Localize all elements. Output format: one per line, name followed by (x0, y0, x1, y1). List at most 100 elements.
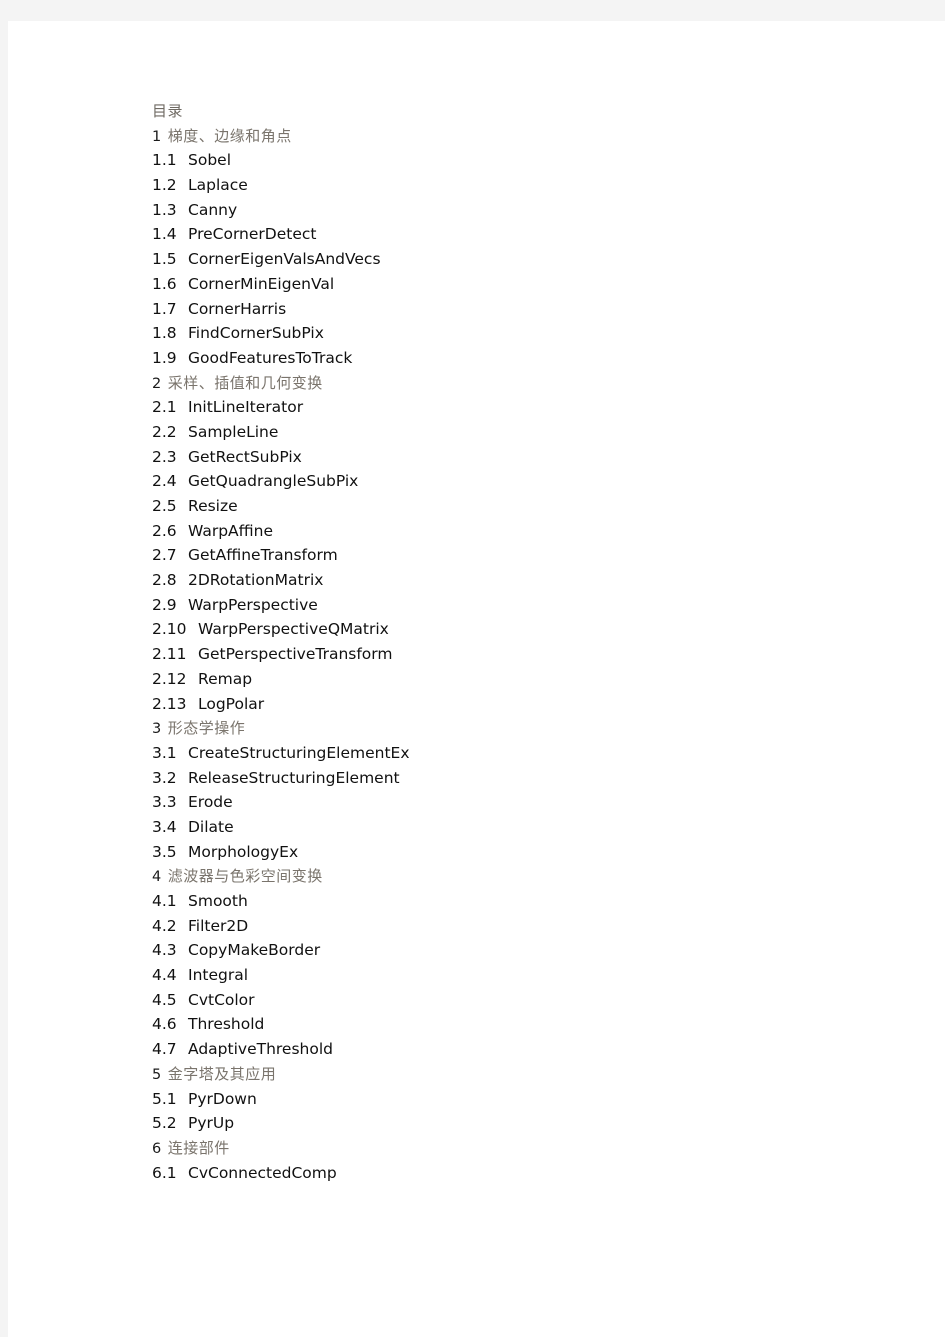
toc-item-title: 2DRotationMatrix (188, 571, 324, 590)
toc-entry-row[interactable]: 1.7 CornerHarris (152, 297, 852, 322)
toc-item-title: ReleaseStructuringElement (188, 768, 400, 787)
toc-entry-row[interactable]: 4.4 Integral (152, 963, 852, 988)
toc-item-title: 金字塔及其应用 (167, 1064, 277, 1083)
toc-item-number: 3.4 (152, 817, 177, 836)
toc-entry-row[interactable]: 2.11 GetPerspectiveTransform (152, 642, 852, 667)
toc-item-title: Filter2D (188, 916, 249, 935)
toc-entry-row[interactable]: 2.7 GetAffineTransform (152, 543, 852, 568)
toc-chapter-row[interactable]: 3 形态学操作 (152, 716, 852, 741)
toc-item-title: GetQuadrangleSubPix (188, 472, 359, 491)
toc-item-number: 2.4 (152, 472, 177, 491)
toc-entry-row[interactable]: 6.1 CvConnectedComp (152, 1161, 852, 1186)
toc-item-number: 2.13 (152, 694, 187, 713)
toc-item-number: 6 (152, 1140, 162, 1157)
toc-item-number: 3.1 (152, 743, 177, 762)
toc-entry-row[interactable]: 5.2 PyrUp (152, 1111, 852, 1136)
toc-item-number: 1.2 (152, 176, 177, 195)
toc-entry-row[interactable]: 4.5 CvtColor (152, 988, 852, 1013)
toc-entry-row[interactable]: 1.5 CornerEigenValsAndVecs (152, 247, 852, 272)
toc-entry-row[interactable]: 3.1 CreateStructuringElementEx (152, 741, 852, 766)
toc-entry-row[interactable]: 2.10 WarpPerspectiveQMatrix (152, 617, 852, 642)
toc-entry-row[interactable]: 2.4 GetQuadrangleSubPix (152, 469, 852, 494)
toc-item-number: 4.2 (152, 916, 177, 935)
toc-item-number: 2.9 (152, 595, 177, 614)
toc-item-title: Laplace (188, 176, 248, 195)
toc-item-title: PyrUp (188, 1114, 235, 1133)
toc-entry-row[interactable]: 4.6 Threshold (152, 1012, 852, 1037)
toc-item-title: 梯度、边缘和角点 (167, 126, 292, 145)
toc-item-number: 2.6 (152, 521, 177, 540)
toc-chapter-row[interactable]: 6 连接部件 (152, 1136, 852, 1161)
toc-entry-row[interactable]: 2.2 SampleLine (152, 420, 852, 445)
toc-entry-row[interactable]: 2.13 LogPolar (152, 692, 852, 717)
toc-item-title: Threshold (188, 1015, 265, 1034)
toc-item-title: 连接部件 (167, 1138, 230, 1157)
toc-entry-row[interactable]: 1.4 PreCornerDetect (152, 222, 852, 247)
toc-item-number: 4.3 (152, 941, 177, 960)
toc-item-number: 5 (152, 1066, 162, 1083)
toc-item-title: 滤波器与色彩空间变换 (167, 867, 323, 886)
toc-item-title: WarpAffine (188, 521, 273, 540)
document-page: 目录 1 梯度、边缘和角点 1.1 Sobel 1.2 Laplace 1.3 Canny 1.4… (8, 21, 945, 1337)
toc-item-number: 2.7 (152, 546, 177, 565)
toc-entry-row[interactable]: 2.8 2DRotationMatrix (152, 568, 852, 593)
toc-item-title: Erode (188, 793, 233, 812)
toc-item-title: AdaptiveThreshold (188, 1040, 333, 1059)
toc-entry-row[interactable]: 2.5 Resize (152, 494, 852, 519)
toc-item-title: MorphologyEx (188, 842, 299, 861)
toc-item-number: 1.9 (152, 348, 177, 367)
toc-item-title: CornerMinEigenVal (188, 274, 335, 293)
toc-item-title: SampleLine (188, 422, 279, 441)
toc-entry-row[interactable]: 4.7 AdaptiveThreshold (152, 1037, 852, 1062)
toc-item-title: WarpPerspectiveQMatrix (198, 620, 389, 639)
toc-item-number: 6.1 (152, 1163, 177, 1182)
toc-item-number: 3 (152, 721, 162, 738)
toc-entry-row[interactable]: 2.6 WarpAffine (152, 519, 852, 544)
toc-item-number: 4.5 (152, 990, 177, 1009)
toc-item-number: 2.11 (152, 645, 187, 664)
toc-item-number: 3.3 (152, 793, 177, 812)
toc-item-number: 1 (152, 128, 162, 145)
toc-entry-row[interactable]: 3.3 Erode (152, 790, 852, 815)
toc-item-number: 1.7 (152, 299, 177, 318)
toc-item-title: Integral (188, 966, 249, 985)
toc-entry-row[interactable]: 3.2 ReleaseStructuringElement (152, 766, 852, 791)
toc-entry-row[interactable]: 4.1 Smooth (152, 889, 852, 914)
toc-item-title: GetPerspectiveTransform (198, 645, 393, 664)
toc-entry-row[interactable]: 2.3 GetRectSubPix (152, 445, 852, 470)
toc-item-title: CreateStructuringElementEx (188, 743, 410, 762)
toc-entry-row[interactable]: 3.4 Dilate (152, 815, 852, 840)
toc-entry-row[interactable]: 3.5 MorphologyEx (152, 840, 852, 865)
toc-entry-row[interactable]: 1.9 GoodFeaturesToTrack (152, 346, 852, 371)
toc-entry-row[interactable]: 1.2 Laplace (152, 173, 852, 198)
toc-entry-row[interactable]: 2.1 InitLineIterator (152, 395, 852, 420)
toc-item-title: GoodFeaturesToTrack (188, 348, 353, 367)
toc-entry-row[interactable]: 1.1 Sobel (152, 148, 852, 173)
toc-item-title: CornerHarris (188, 299, 287, 318)
toc-entry-row[interactable]: 1.3 Canny (152, 198, 852, 223)
toc-entry-row[interactable]: 4.3 CopyMakeBorder (152, 938, 852, 963)
toc-item-number: 5.2 (152, 1114, 177, 1133)
toc-entry-row[interactable]: 1.6 CornerMinEigenVal (152, 272, 852, 297)
toc-item-title: LogPolar (198, 694, 265, 713)
toc-entry-row[interactable]: 5.1 PyrDown (152, 1087, 852, 1112)
toc-item-number: 1.6 (152, 274, 177, 293)
toc-entry-row[interactable]: 4.2 Filter2D (152, 914, 852, 939)
toc-item-title: 采样、插值和几何变换 (167, 373, 323, 392)
toc-item-number: 2.1 (152, 398, 177, 417)
toc-item-title: GetAffineTransform (188, 546, 338, 565)
toc-chapter-row[interactable]: 5 金字塔及其应用 (152, 1062, 852, 1087)
toc-item-number: 4.4 (152, 966, 177, 985)
toc-item-title: Smooth (188, 892, 248, 910)
toc-item-title: CvConnectedComp (188, 1163, 337, 1182)
toc-entry-row[interactable]: 2.9 WarpPerspective (152, 593, 852, 618)
toc-chapter-row[interactable]: 4 滤波器与色彩空间变换 (152, 864, 852, 889)
toc-item-title: PreCornerDetect (188, 225, 317, 244)
toc-item-title: PyrDown (188, 1089, 257, 1108)
toc-entry-row[interactable]: 1.8 FindCornerSubPix (152, 321, 852, 346)
toc-item-number: 3.5 (152, 842, 177, 861)
toc-item-number: 2.3 (152, 447, 177, 466)
toc-chapter-row[interactable]: 2 采样、插值和几何变换 (152, 371, 852, 396)
toc-chapter-row[interactable]: 1 梯度、边缘和角点 (152, 124, 852, 149)
toc-entry-row[interactable]: 2.12 Remap (152, 667, 852, 692)
